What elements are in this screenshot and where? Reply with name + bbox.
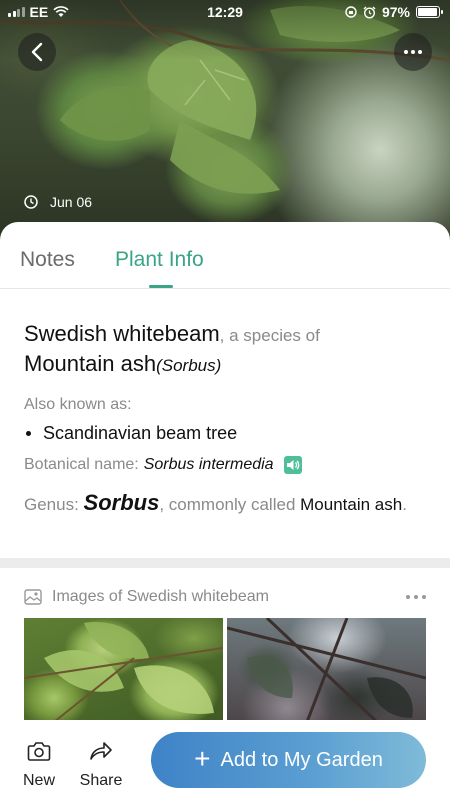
tab-bar: Notes Plant Info: [0, 222, 450, 289]
leaf-photo-art: [24, 622, 223, 722]
share-button[interactable]: Share: [78, 740, 124, 790]
more-horizontal-icon: [404, 50, 422, 54]
battery-icon: [416, 6, 443, 18]
new-button[interactable]: New: [20, 740, 58, 790]
section-divider: [0, 558, 450, 568]
plant-info-section: Swedish whitebeam, a species of Mountain…: [24, 320, 424, 519]
botanical-row: Botanical name: Sorbus intermedia: [24, 456, 424, 474]
tab-plant-info[interactable]: Plant Info: [115, 248, 204, 272]
camera-icon: [27, 742, 51, 761]
clock-icon: [24, 195, 38, 209]
rotation-lock-icon: [345, 6, 357, 18]
plant-hero-photo: [0, 0, 450, 250]
botanical-name: Sorbus intermedia: [143, 456, 274, 473]
genus-name[interactable]: Sorbus: [84, 490, 160, 515]
genus-label: Genus:: [24, 495, 79, 514]
genus-common-name: Mountain ash: [300, 495, 403, 514]
pronounce-button[interactable]: [283, 456, 302, 474]
new-label: New: [22, 772, 55, 789]
images-heading: Images of Swedish whitebeam: [52, 588, 269, 605]
genus-end: .: [402, 495, 407, 514]
bottom-action-bar: New Share + Add to My Garden: [0, 720, 450, 800]
plant-title: Swedish whitebeam, a species of Mountain…: [24, 320, 424, 380]
photo-date-text: Jun 06: [50, 194, 93, 210]
battery-percent: 97%: [381, 4, 410, 20]
add-to-garden-label: Add to My Garden: [220, 748, 383, 771]
more-options-button[interactable]: [394, 33, 432, 71]
aka-label: Also known as:: [24, 396, 132, 413]
add-to-garden-button[interactable]: + Add to My Garden: [151, 732, 426, 788]
images-more-button[interactable]: [406, 595, 426, 599]
speaker-icon: [286, 460, 299, 470]
status-right: 97%: [345, 4, 443, 20]
parent-common-name: Mountain ash: [24, 351, 157, 376]
plant-image-thumbnail[interactable]: [24, 618, 223, 722]
back-button[interactable]: [18, 33, 56, 71]
aka-name: Scandinavian beam tree: [43, 423, 238, 443]
alarm-icon: [363, 6, 376, 19]
chevron-left-icon: [31, 42, 43, 62]
plant-image-thumbnail[interactable]: [227, 618, 426, 722]
common-name: Swedish whitebeam: [24, 321, 220, 346]
species-connector: , a species of: [219, 326, 320, 345]
share-arrow-icon: [90, 742, 112, 760]
photo-date: Jun 06: [24, 194, 92, 210]
parent-latin-name: (Sorbus): [156, 356, 222, 375]
images-header: Images of Swedish whitebeam: [24, 588, 426, 606]
status-bar: EE 12:29 97%: [0, 0, 450, 24]
genus-row: Genus: Sorbus, commonly called Mountain …: [24, 488, 424, 519]
list-item: Scandinavian beam tree: [24, 423, 424, 444]
botanical-label: Botanical name:: [24, 456, 139, 473]
share-label: Share: [79, 772, 123, 789]
genus-connector: , commonly called: [159, 495, 296, 514]
active-tab-indicator: [149, 285, 173, 288]
plant-detail-sheet: Notes Plant Info Swedish whitebeam, a sp…: [0, 222, 450, 800]
tab-notes[interactable]: Notes: [20, 248, 75, 272]
plus-icon: +: [194, 743, 211, 774]
leaf-photo-art: [227, 618, 426, 722]
bullet-icon: [26, 431, 31, 436]
battery-fill: [418, 8, 438, 16]
gallery-icon: [24, 589, 42, 605]
